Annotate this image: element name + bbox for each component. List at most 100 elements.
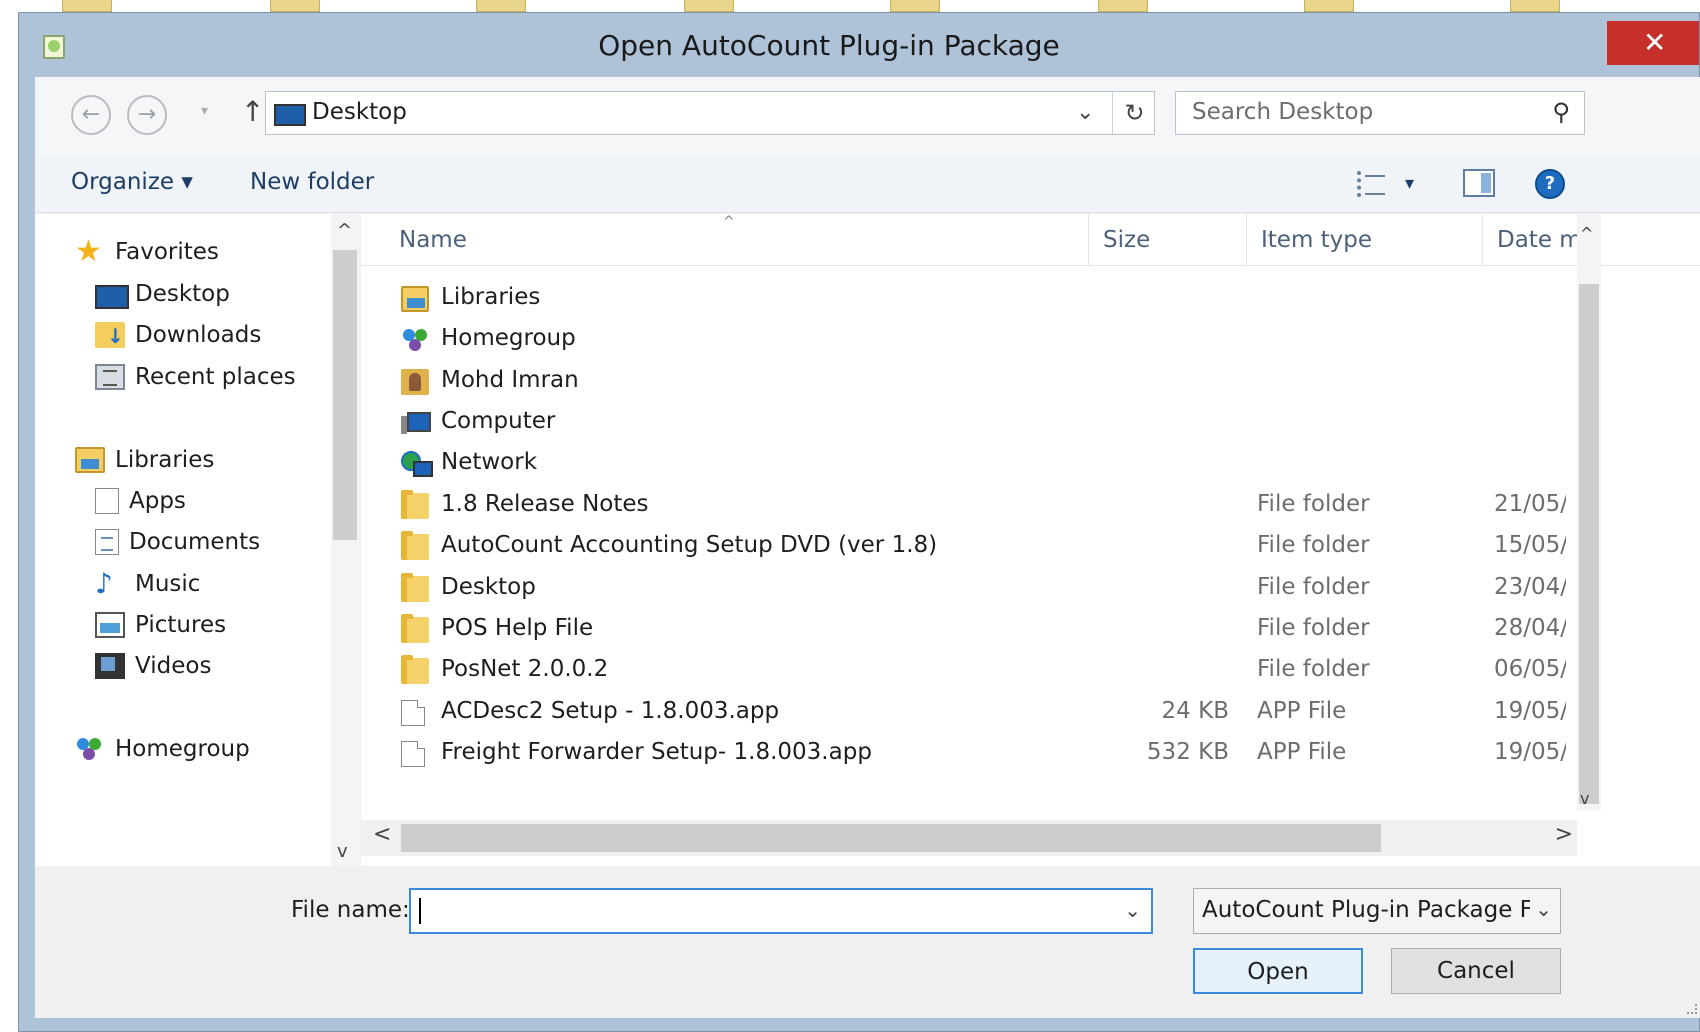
- column-header-item-type[interactable]: Item type: [1247, 214, 1483, 266]
- list-item[interactable]: Homegroup: [361, 319, 1571, 360]
- change-view-icon[interactable]: [1357, 171, 1387, 197]
- list-item[interactable]: PosNet 2.0.0.2 File folder 06/05/: [361, 650, 1571, 691]
- organize-button[interactable]: Organize ▾: [71, 169, 193, 195]
- list-item[interactable]: 1.8 Release Notes File folder 21/05/: [361, 485, 1571, 526]
- nav-item-downloads[interactable]: Downloads: [95, 317, 261, 353]
- list-item[interactable]: AutoCount Accounting Setup DVD (ver 1.8)…: [361, 526, 1571, 567]
- forward-button[interactable]: →: [127, 95, 167, 135]
- back-button[interactable]: ←: [71, 95, 111, 135]
- list-item[interactable]: Freight Forwarder Setup- 1.8.003.app 532…: [361, 733, 1571, 774]
- item-name: Libraries: [441, 284, 541, 310]
- item-date: 19/05/: [1494, 698, 1566, 724]
- file-name-panel: File name: ⌄ AutoCount Plug-in Package F…: [35, 866, 1700, 1018]
- file-name-dropdown[interactable]: ⌄: [1124, 898, 1141, 922]
- folder-icon: [401, 655, 429, 684]
- file-list-vertical-scrollbar[interactable]: ^ v: [1577, 214, 1601, 810]
- videos-icon: [95, 653, 125, 679]
- homegroup-icon: [401, 327, 429, 353]
- open-button[interactable]: Open: [1193, 948, 1363, 994]
- libraries-icon: [75, 447, 105, 473]
- column-header-row: Name ^ Size Item type Date m: [361, 214, 1700, 266]
- address-dropdown[interactable]: ⌄: [1076, 100, 1094, 125]
- star-icon: ★: [75, 234, 102, 269]
- scroll-left-arrow[interactable]: <: [373, 822, 391, 847]
- column-header-name[interactable]: Name: [385, 214, 1089, 266]
- column-header-date-modified[interactable]: Date m: [1483, 214, 1577, 266]
- command-toolbar: Organize ▾ New folder ▾ ?: [35, 155, 1700, 213]
- search-icon[interactable]: ⚲: [1552, 98, 1570, 126]
- list-item[interactable]: Network: [361, 443, 1571, 484]
- homegroup-icon: [75, 736, 105, 762]
- file-icon: [401, 700, 425, 726]
- nav-item-pictures[interactable]: Pictures: [95, 607, 226, 643]
- scroll-thumb[interactable]: [1579, 284, 1599, 804]
- nav-homegroup[interactable]: Homegroup: [75, 731, 250, 767]
- file-icon: [401, 741, 425, 767]
- column-header-size[interactable]: Size: [1089, 214, 1247, 266]
- resize-grip[interactable]: [1687, 1004, 1697, 1014]
- preview-pane-icon[interactable]: [1463, 169, 1495, 197]
- recent-places-icon: [95, 364, 125, 390]
- scroll-up-arrow[interactable]: ^: [337, 220, 352, 241]
- nav-item-music[interactable]: ♪ Music: [95, 566, 200, 602]
- list-item[interactable]: Libraries: [361, 278, 1571, 319]
- list-item[interactable]: Mohd Imran: [361, 361, 1571, 402]
- item-date: 23/04/: [1494, 574, 1566, 600]
- item-name: ACDesc2 Setup - 1.8.003.app: [441, 698, 780, 724]
- nav-item-label: Videos: [135, 653, 212, 679]
- music-icon: ♪: [95, 567, 113, 600]
- open-file-dialog: Open AutoCount Plug-in Package ✕ ← → ▾ ↑…: [18, 12, 1700, 1032]
- recent-locations-dropdown[interactable]: ▾: [201, 103, 208, 119]
- nav-item-videos[interactable]: Videos: [95, 648, 211, 684]
- item-date: 28/04/: [1494, 615, 1566, 641]
- address-row: ← → ▾ ↑ Desktop ⌄ ↻ Search Desktop ⚲: [35, 77, 1700, 155]
- scroll-thumb[interactable]: [401, 824, 1381, 852]
- list-item[interactable]: ACDesc2 Setup - 1.8.003.app 24 KB APP Fi…: [361, 692, 1571, 733]
- item-name: POS Help File: [441, 615, 594, 641]
- scroll-right-arrow[interactable]: >: [1555, 822, 1573, 847]
- desktop-icon: [95, 281, 129, 309]
- nav-item-recent-places[interactable]: Recent places: [95, 359, 296, 395]
- item-date: 06/05/: [1494, 656, 1566, 682]
- list-item[interactable]: Desktop File folder 23/04/: [361, 568, 1571, 609]
- item-name: Mohd Imran: [441, 367, 579, 393]
- nav-favorites[interactable]: ★ Favorites: [75, 234, 219, 270]
- scroll-down-arrow[interactable]: v: [1580, 789, 1589, 808]
- nav-item-label: Music: [135, 571, 201, 597]
- nav-libraries[interactable]: Libraries: [75, 442, 214, 478]
- network-icon: [401, 451, 433, 477]
- item-type: File folder: [1257, 491, 1370, 517]
- search-input[interactable]: Search Desktop ⚲: [1175, 91, 1585, 135]
- scroll-up-arrow[interactable]: ^: [1580, 224, 1593, 243]
- file-name-input[interactable]: ⌄: [409, 888, 1153, 934]
- scroll-thumb[interactable]: [333, 250, 357, 540]
- item-name: Computer: [441, 408, 556, 434]
- help-icon[interactable]: ?: [1535, 169, 1565, 199]
- file-type-filter-select[interactable]: AutoCount Plug-in Package Fil ⌄: [1193, 888, 1561, 934]
- cancel-button[interactable]: Cancel: [1391, 948, 1561, 994]
- chevron-down-icon[interactable]: ⌄: [1535, 897, 1552, 921]
- nav-item-documents[interactable]: Documents: [95, 524, 260, 560]
- item-date: 21/05/: [1494, 491, 1566, 517]
- refresh-button[interactable]: ↻: [1112, 92, 1156, 134]
- item-size: 24 KB: [1161, 698, 1229, 724]
- views-dropdown[interactable]: ▾: [1405, 173, 1414, 194]
- list-item[interactable]: Computer: [361, 402, 1571, 443]
- file-list: Name ^ Size Item type Date m Libraries H…: [361, 214, 1700, 866]
- address-path[interactable]: Desktop: [312, 99, 407, 125]
- nav-item-label: Apps: [129, 488, 186, 514]
- list-item[interactable]: POS Help File File folder 28/04/: [361, 609, 1571, 650]
- text-caret: [419, 898, 421, 924]
- close-button[interactable]: ✕: [1607, 21, 1699, 65]
- file-list-horizontal-scrollbar[interactable]: < >: [361, 820, 1577, 856]
- up-button[interactable]: ↑: [241, 95, 264, 128]
- nav-scrollbar[interactable]: ^ v: [331, 214, 359, 866]
- address-bar[interactable]: Desktop ⌄ ↻: [265, 91, 1155, 135]
- item-type: APP File: [1257, 739, 1347, 765]
- nav-item-label: Recent places: [135, 364, 296, 390]
- nav-item-apps[interactable]: Apps: [95, 483, 186, 519]
- new-folder-button[interactable]: New folder: [250, 169, 374, 195]
- scroll-down-arrow[interactable]: v: [337, 841, 348, 862]
- item-type: File folder: [1257, 532, 1370, 558]
- nav-item-desktop[interactable]: Desktop: [95, 276, 230, 312]
